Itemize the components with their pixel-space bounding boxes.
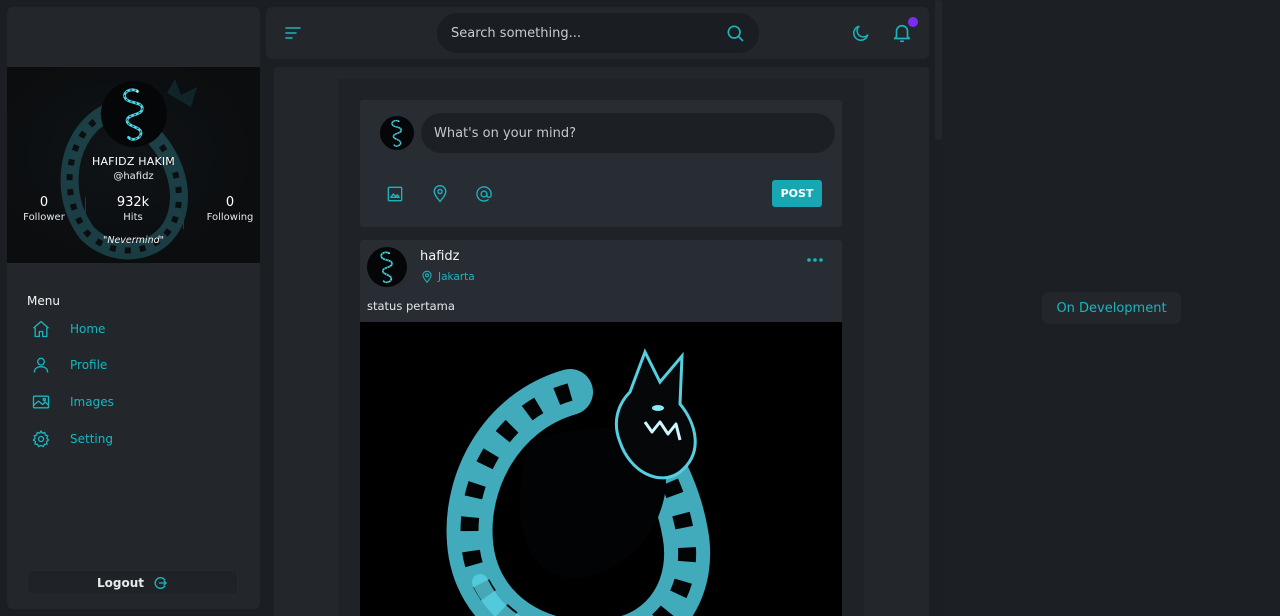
- logout-icon: [154, 576, 167, 589]
- feed-area: POST hafidz Jakarta status pertama: [274, 67, 929, 616]
- profile-name: HAFIDZ HAKIM: [91, 155, 175, 168]
- search-input[interactable]: [437, 13, 725, 53]
- profile-card: HAFIDZ HAKIM @hafidz 0 Follower 932k Hit…: [7, 67, 260, 263]
- app-root: HAFIDZ HAKIM @hafidz 0 Follower 932k Hit…: [0, 0, 1280, 616]
- post-location-label: Jakarta: [438, 271, 475, 283]
- post-button[interactable]: POST: [772, 180, 822, 207]
- user-icon: [31, 355, 51, 375]
- stat-hits-label: Hits: [123, 212, 143, 223]
- logout-button[interactable]: Logout: [27, 570, 238, 595]
- stat-follower[interactable]: 0 Follower: [9, 195, 79, 223]
- profile-handle: @hafidz: [113, 171, 154, 182]
- notification-dot: [908, 17, 918, 27]
- profile-avatar[interactable]: [101, 81, 167, 147]
- stat-divider: [183, 197, 184, 229]
- scrollbar[interactable]: [935, 0, 942, 140]
- stat-follower-label: Follower: [23, 212, 65, 223]
- menu-toggle-icon[interactable]: [284, 24, 302, 42]
- gear-icon: [31, 429, 51, 449]
- stat-following[interactable]: 0 Following: [195, 195, 260, 223]
- stat-following-label: Following: [206, 212, 254, 223]
- sidebar-item-setting[interactable]: Setting: [31, 427, 231, 451]
- avatar-snake-icon: [391, 119, 402, 147]
- post-author[interactable]: hafidz: [420, 249, 459, 264]
- post-avatar[interactable]: [367, 247, 407, 287]
- sidebar-item-label: Images: [70, 395, 114, 409]
- profile-quote: "Nevermind": [102, 235, 164, 246]
- cat-artwork: [446, 348, 711, 616]
- image-icon[interactable]: [385, 184, 405, 204]
- avatar-snake-icon: [123, 88, 144, 141]
- image-icon: [31, 392, 51, 412]
- sidebar-item-images[interactable]: Images: [31, 390, 231, 414]
- right-panel: On Development: [942, 0, 1280, 616]
- sidebar-item-home[interactable]: Home: [31, 317, 231, 341]
- stat-hits-value: 932k: [116, 195, 150, 210]
- more-options-icon[interactable]: [806, 256, 824, 264]
- composer-avatar: [380, 116, 414, 150]
- status-badge: On Development: [1042, 292, 1181, 324]
- search-icon[interactable]: [725, 23, 745, 43]
- home-icon: [31, 319, 51, 339]
- sidebar-item-label: Home: [70, 322, 106, 336]
- sidebar-item-label: Setting: [70, 432, 113, 446]
- post-composer: POST: [360, 100, 842, 227]
- mention-icon[interactable]: [474, 184, 494, 204]
- post-text: status pertama: [367, 299, 455, 313]
- moon-icon[interactable]: [851, 23, 871, 43]
- logout-label: Logout: [96, 575, 144, 590]
- stat-divider: [85, 197, 86, 229]
- stat-hits[interactable]: 932k Hits: [98, 195, 168, 223]
- post-image[interactable]: [360, 322, 842, 616]
- topbar: [266, 7, 929, 59]
- stat-following-value: 0: [225, 195, 235, 210]
- stat-follower-value: 0: [39, 195, 49, 210]
- post-card: hafidz Jakarta status pertama: [360, 240, 842, 616]
- sidebar-item-label: Profile: [70, 358, 108, 372]
- sidebar: HAFIDZ HAKIM @hafidz 0 Follower 932k Hit…: [7, 7, 260, 609]
- sidebar-item-profile[interactable]: Profile: [31, 353, 231, 377]
- post-location: Jakarta: [420, 270, 475, 284]
- avatar-snake-icon: [380, 251, 393, 284]
- location-icon: [422, 270, 432, 284]
- location-icon[interactable]: [430, 184, 450, 204]
- menu-title: Menu: [27, 294, 60, 308]
- composer-input[interactable]: [421, 113, 835, 153]
- search-box: [437, 13, 759, 53]
